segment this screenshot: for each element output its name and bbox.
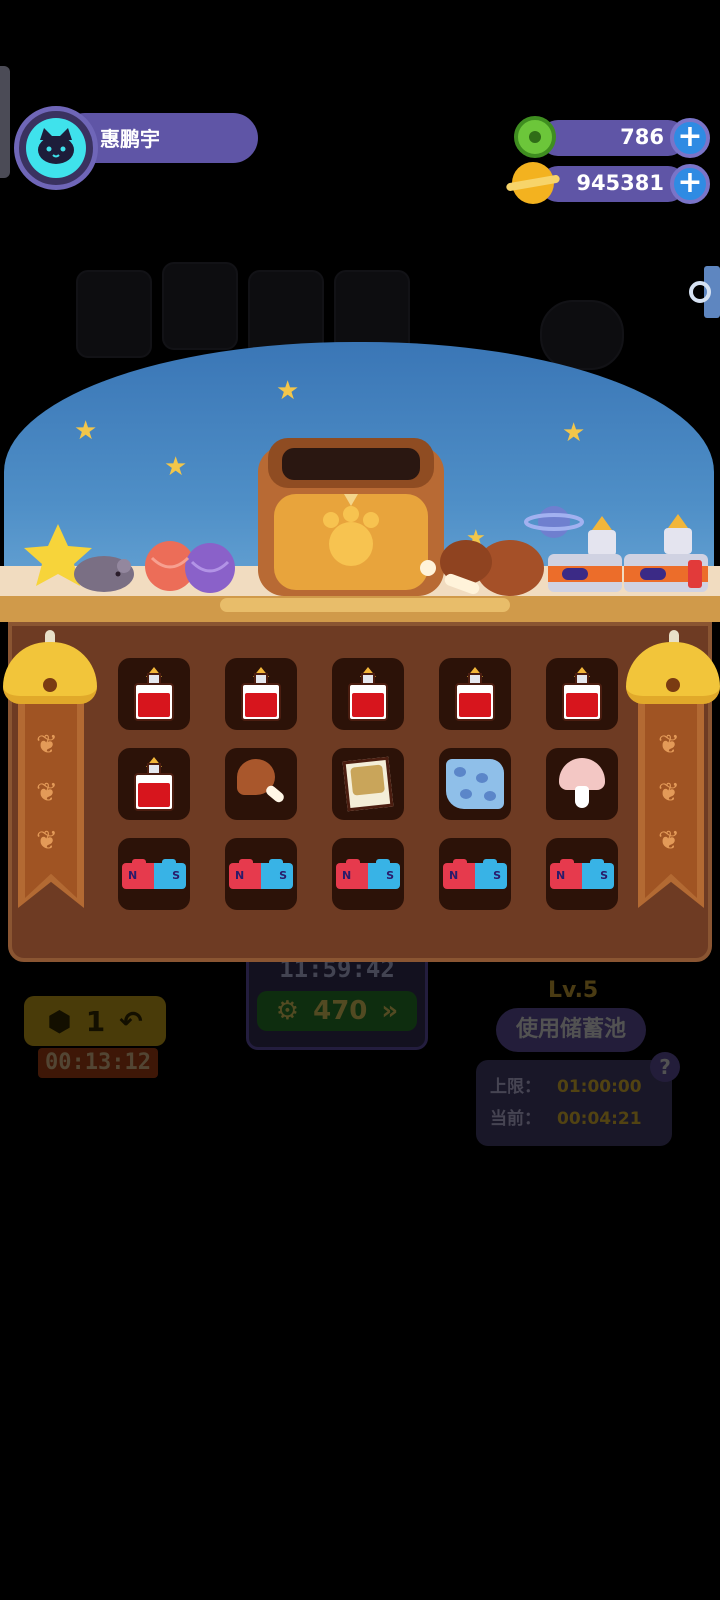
magnet-n-label: N [449, 869, 459, 882]
background-limit-card: 上限： 01:00:00 当前： 00:04:21 [476, 1060, 672, 1146]
magnet-n-label: N [556, 869, 566, 882]
add-donut-button[interactable]: + [670, 118, 710, 158]
red-potion-icon [560, 667, 604, 721]
help-icon: ? [650, 1052, 680, 1082]
lantern-jars-icon [548, 514, 708, 592]
inventory-slot[interactable] [546, 658, 618, 730]
inventory-slot[interactable] [332, 658, 404, 730]
magnet-icon: NS [443, 859, 507, 889]
magnet-s-label: S [600, 869, 608, 882]
background-green-bar: ⚙ 470 » [257, 991, 417, 1031]
magnet-s-label: S [172, 869, 180, 882]
inventory-slot[interactable] [439, 748, 511, 820]
inventory-slot[interactable] [439, 658, 511, 730]
cat-face-icon [38, 128, 74, 164]
limit-value: 01:00:00 [557, 1077, 642, 1097]
current-value: 00:04:21 [557, 1109, 642, 1129]
yarn-balls-icon [145, 541, 235, 593]
magnet-s-label: S [493, 869, 501, 882]
star-icon: ★ [276, 376, 300, 406]
star-icon: ★ [74, 416, 98, 446]
background-slot [76, 270, 152, 358]
use-savings-pool-button: 使用储蓄池 [496, 1008, 646, 1052]
inventory-slot[interactable] [332, 748, 404, 820]
clip-icon[interactable] [688, 266, 720, 318]
background-slot [540, 300, 624, 370]
background-yellow-value: 1 [85, 1004, 106, 1038]
mushroom-icon [559, 758, 605, 810]
avatar[interactable] [26, 118, 86, 178]
red-potion-icon [453, 667, 497, 721]
magnet-icon: NS [122, 859, 186, 889]
magnet-n-label: N [342, 869, 352, 882]
background-green-value: 470 [313, 996, 368, 1026]
inventory-slot[interactable]: NS [118, 838, 190, 910]
magnet-n-label: N [235, 869, 245, 882]
inventory-slot[interactable]: NS [332, 838, 404, 910]
red-potion-icon [132, 667, 176, 721]
background-yellow-timer: 00:13:12 [38, 1048, 158, 1078]
star-icon: ★ [164, 452, 188, 482]
fish-icon: ❦ [36, 826, 58, 856]
side-tab[interactable] [0, 66, 10, 178]
add-coins-button[interactable]: + [670, 164, 710, 204]
inventory-grid: NS NS NS NS NS [96, 640, 624, 938]
undo-icon: ↶ [119, 1004, 143, 1038]
toy-mouse-icon [74, 556, 134, 592]
fish-icon: ❦ [36, 778, 58, 808]
inventory-slot[interactable] [225, 748, 297, 820]
fish-icon: ❦ [658, 730, 680, 760]
limit-label: 上限： [490, 1077, 541, 1097]
red-potion-icon [346, 667, 390, 721]
gear-icon: ⚙ [275, 996, 300, 1026]
donut-currency-value: 786 [620, 125, 664, 149]
background-yellow-counter: ⬢ 1 ↶ [24, 996, 166, 1046]
drumstick-icon [233, 757, 289, 811]
limit-row: 上限： 01:00:00 [490, 1072, 642, 1097]
fish-icon: ❦ [658, 826, 680, 856]
inventory-slot[interactable]: NS [546, 838, 618, 910]
green-donut-icon [514, 116, 556, 158]
hexagon-icon: ⬢ [47, 1004, 72, 1038]
gold-planet-coin-icon [505, 162, 561, 204]
fish-icon: ❦ [36, 730, 58, 760]
current-row: 当前： 00:04:21 [490, 1104, 642, 1129]
magnet-s-label: S [279, 869, 287, 882]
inventory-slot[interactable] [546, 748, 618, 820]
coin-currency-value: 945381 [576, 171, 664, 195]
inventory-slot[interactable] [118, 658, 190, 730]
inventory-slot[interactable]: NS [225, 838, 297, 910]
inventory-slot[interactable] [118, 748, 190, 820]
inventory-slot[interactable]: NS [439, 838, 511, 910]
inventory-slot[interactable] [225, 658, 297, 730]
background-slot [162, 262, 238, 350]
magnet-icon: NS [229, 859, 293, 889]
background-level: Lv.5 [548, 978, 599, 1003]
current-label: 当前： [490, 1109, 541, 1129]
red-potion-icon [132, 757, 176, 811]
red-potion-icon [239, 667, 283, 721]
star-icon: ★ [562, 418, 586, 448]
blue-cloth-icon [446, 759, 504, 809]
fish-icon: ❦ [658, 778, 680, 808]
magnet-icon: NS [336, 859, 400, 889]
donut-currency-bar [540, 120, 686, 156]
fast-forward-icon: » [381, 996, 399, 1026]
magnet-icon: NS [550, 859, 614, 889]
magnet-n-label: N [128, 869, 138, 882]
player-name: 惠鹏宇 [100, 127, 160, 151]
magnet-s-label: S [386, 869, 394, 882]
photo-frame-icon [342, 756, 394, 812]
